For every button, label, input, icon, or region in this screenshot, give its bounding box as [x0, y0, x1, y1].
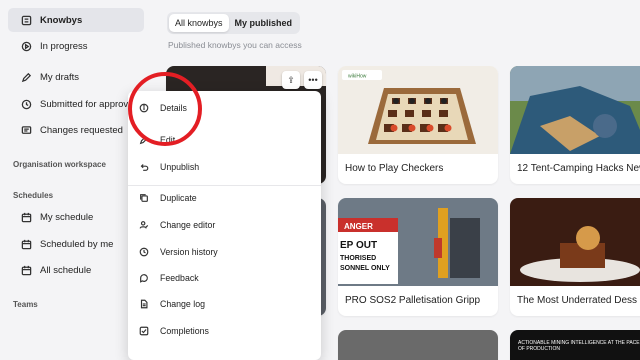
sidebar-item-changes-requested[interactable]: Changes requested [8, 118, 144, 142]
history-icon [138, 246, 150, 258]
sidebar-item-label: My drafts [40, 71, 80, 83]
sidebar-item-scheduled-by-me[interactable]: Scheduled by me [8, 232, 144, 256]
share-button[interactable]: ⇪ [282, 71, 300, 89]
menu-item-label: Duplicate [160, 193, 197, 203]
sidebar-item-label: All schedule [40, 264, 92, 276]
menu-item-label: Feedback [160, 273, 199, 283]
menu-item-completions[interactable]: Completions [138, 320, 313, 342]
card-title: How to Play Checkers [345, 163, 444, 174]
thumb-label: EP OUT [340, 240, 377, 251]
knowby-card[interactable]: The Most Underrated Dess [510, 198, 640, 316]
menu-item-label: Version history [160, 247, 218, 257]
menu-item-change-editor[interactable]: Change editor [138, 214, 313, 236]
menu-item-label: Change editor [160, 220, 216, 230]
knowby-card[interactable]: wikiHow How to Play Checkers [338, 66, 498, 184]
sidebar-item-knowbys[interactable]: Knowbys [8, 8, 144, 32]
menu-item-duplicate[interactable]: Duplicate [138, 187, 313, 209]
user-edit-icon [138, 219, 150, 231]
sidebar-item-submitted[interactable]: Submitted for approval [8, 92, 144, 116]
tab-all-knowbys[interactable]: All knowbys [169, 14, 229, 32]
chat-icon [138, 272, 150, 284]
menu-item-label: Completions [160, 326, 209, 336]
card-thumbnail [510, 66, 640, 154]
sidebar-item-label: My schedule [40, 211, 94, 223]
menu-item-feedback[interactable]: Feedback [138, 267, 313, 289]
knowby-card[interactable] [338, 330, 498, 360]
calendar-icon [20, 211, 32, 223]
sidebar-item-label: Submitted for approval [40, 98, 136, 110]
knowby-card[interactable]: ANGER EP OUT THORISED SONNEL ONLY PRO SO… [338, 198, 498, 316]
calendar-icon [20, 238, 32, 250]
calendar-icon [20, 264, 32, 276]
share-icon: ⇪ [287, 74, 295, 85]
section-teams[interactable]: Teams [13, 300, 38, 309]
card-title: PRO SOS2 Palletisation Gripp [345, 295, 481, 306]
section-organisation-workspace[interactable]: Organisation workspace [13, 160, 106, 169]
knowby-card[interactable]: 12 Tent-Camping Hacks New [510, 66, 640, 184]
more-icon: ••• [308, 75, 318, 85]
copy-icon [138, 192, 150, 204]
thumb-label: THORISED [340, 255, 376, 262]
sidebar-item-label: Knowbys [40, 14, 83, 26]
menu-item-version-history[interactable]: Version history [138, 241, 313, 263]
card-title: The Most Underrated Dess [517, 295, 638, 306]
edit-icon [20, 71, 32, 83]
sidebar-item-all-schedule[interactable]: All schedule [8, 258, 144, 282]
card-title: 12 Tent-Camping Hacks New [517, 163, 640, 174]
list-icon [20, 14, 32, 26]
menu-item-change-log[interactable]: Change log [138, 293, 313, 315]
sidebar-item-my-schedule[interactable]: My schedule [8, 205, 144, 229]
thumb-label: SONNEL ONLY [340, 265, 390, 272]
sidebar-item-label: Changes requested [40, 124, 123, 136]
comment-icon [20, 124, 32, 136]
tab-my-published[interactable]: My published [229, 14, 299, 32]
section-schedules: Schedules [13, 191, 54, 200]
file-icon [138, 298, 150, 310]
thumb-label: ANGER [344, 222, 373, 231]
menu-item-label: Unpublish [160, 162, 200, 172]
more-options-button[interactable]: ••• [304, 71, 322, 89]
knowby-card[interactable]: ACTIONABLE MINING INTELLIGENCE AT THE PA… [510, 330, 640, 360]
sidebar-item-my-drafts[interactable]: My drafts [8, 65, 144, 89]
clock-icon [20, 98, 32, 110]
sidebar-item-in-progress[interactable]: In progress [8, 34, 144, 58]
checkbox-icon [138, 325, 150, 337]
undo-icon [138, 161, 150, 173]
tab-group: All knowbys My published [167, 12, 301, 34]
card-thumbnail [510, 198, 640, 286]
highlight-circle [128, 72, 202, 146]
thumb-label: wikiHow [348, 74, 367, 80]
card-thumbnail [338, 330, 498, 360]
sidebar-item-label: In progress [40, 40, 88, 52]
page-subtitle: Published knowbys you can access [168, 40, 302, 50]
sidebar-item-label: Scheduled by me [40, 238, 114, 250]
card-thumbnail: wikiHow [338, 66, 498, 154]
menu-item-unpublish[interactable]: Unpublish [138, 156, 313, 178]
card-thumbnail: ANGER EP OUT THORISED SONNEL ONLY [338, 198, 498, 286]
menu-item-label: Change log [160, 299, 205, 309]
menu-divider [128, 185, 321, 186]
play-circle-icon [20, 40, 32, 52]
card-thumbnail: ACTIONABLE MINING INTELLIGENCE AT THE PA… [510, 330, 640, 360]
thumb-label: ACTIONABLE MINING INTELLIGENCE AT THE PA… [518, 340, 640, 352]
